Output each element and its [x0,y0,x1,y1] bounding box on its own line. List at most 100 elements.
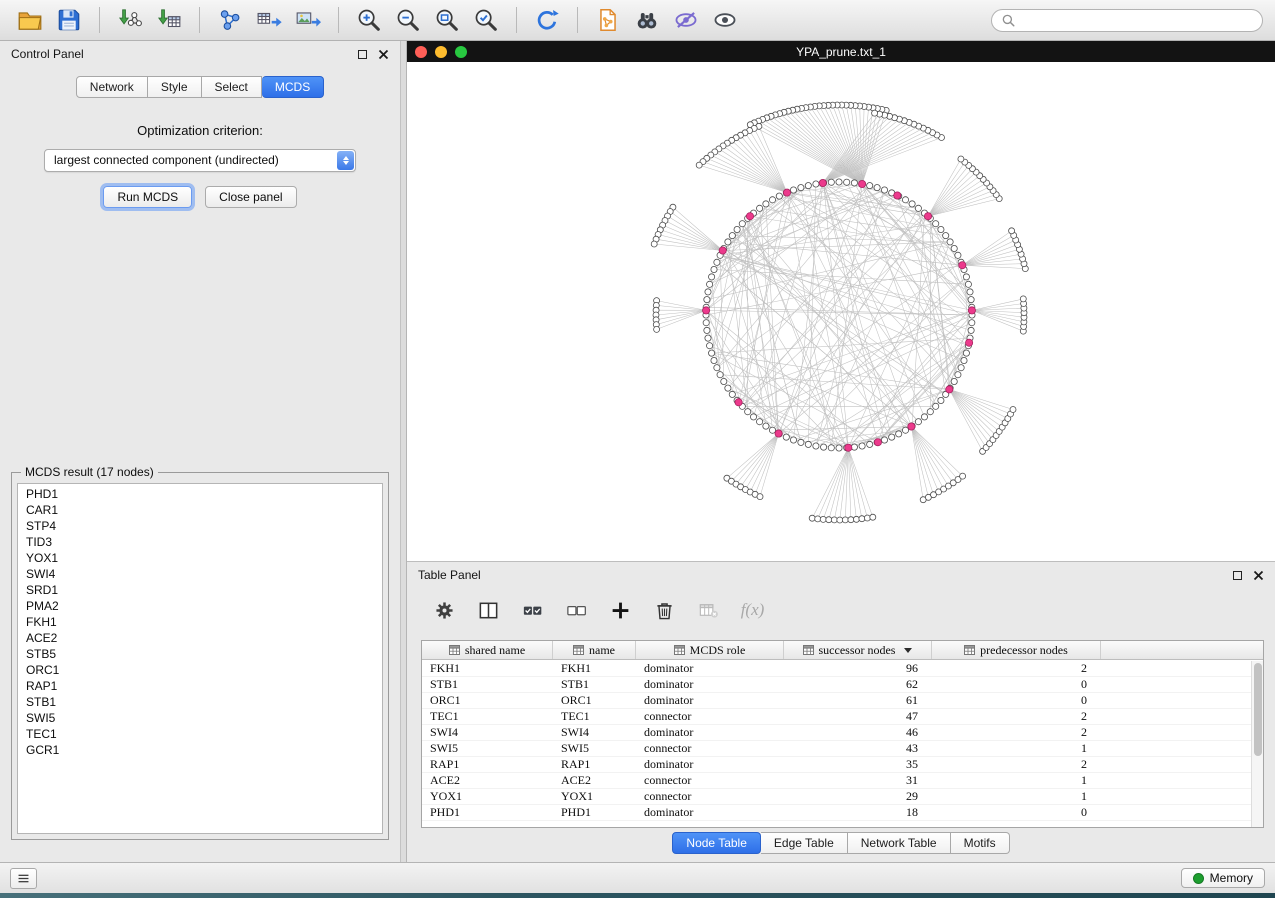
close-panel-button[interactable]: Close panel [205,186,296,208]
successor-nodes-cell: 46 [784,725,932,740]
show-all-button[interactable] [707,3,743,37]
close-panel-icon[interactable] [1253,570,1264,581]
mcds-result-item[interactable]: FKH1 [18,614,382,630]
close-panel-icon[interactable] [378,49,389,60]
select-all-icon [521,599,544,622]
tab-mcds[interactable]: MCDS [262,76,324,98]
float-panel-icon[interactable] [358,50,367,59]
mcds-result-item[interactable]: ORC1 [18,662,382,678]
import-network-from-file-button[interactable] [112,3,148,37]
mcds-result-item[interactable]: PMA2 [18,598,382,614]
mcds-result-item[interactable]: YOX1 [18,550,382,566]
panel-divider[interactable] [400,41,407,862]
table-tab-node-table[interactable]: Node Table [672,832,761,854]
column-type-icon [964,645,975,655]
table-row-ace2[interactable]: ACE2ACE2connector311 [422,773,1251,789]
apply-preferred-layout-button[interactable] [529,3,565,37]
export-image-button[interactable] [290,3,326,37]
network-view[interactable] [407,62,1275,561]
column-header-predecessor-nodes[interactable]: predecessor nodes [932,641,1101,659]
tab-select[interactable]: Select [202,76,262,98]
table-row-fkh1[interactable]: FKH1FKH1dominator962 [422,661,1251,677]
scrollbar-thumb[interactable] [1254,663,1262,756]
mcds-result-item[interactable]: STB5 [18,646,382,662]
successor-nodes-cell: 47 [784,709,932,724]
table-row-swi4[interactable]: SWI4SWI4dominator462 [422,725,1251,741]
table-panel-header: Table Panel [407,562,1275,588]
predecessor-nodes-cell: 0 [932,805,1101,820]
float-panel-icon[interactable] [1233,571,1242,580]
mcds-result-item[interactable]: STP4 [18,518,382,534]
empty-cell [1101,709,1251,724]
shared-name-cell: ORC1 [422,693,553,708]
doc-network-icon [595,7,621,33]
name-cell: RAP1 [553,757,636,772]
memory-label: Memory [1210,871,1253,885]
import-table-disabled-button[interactable] [695,597,722,624]
save-session-button[interactable] [51,3,87,37]
mcds-result-item[interactable]: SWI4 [18,566,382,582]
mcds-result-item[interactable]: TID3 [18,534,382,550]
tab-style[interactable]: Style [148,76,202,98]
table-row-yox1[interactable]: YOX1YOX1connector291 [422,789,1251,805]
search-input[interactable] [1021,13,1253,27]
toggle-columns-button[interactable] [475,597,502,624]
zoom-out-button[interactable] [390,3,426,37]
hide-selected-button[interactable] [668,3,704,37]
memory-button[interactable]: Memory [1181,868,1265,888]
new-network-from-selection-button[interactable] [590,3,626,37]
window-minimize-button[interactable] [435,46,447,58]
open-session-button[interactable] [12,3,48,37]
column-header-name[interactable]: name [553,641,636,659]
name-cell: YOX1 [553,789,636,804]
column-header-shared-name[interactable]: shared name [422,641,553,659]
mcds-result-item[interactable]: RAP1 [18,678,382,694]
network-window-titlebar[interactable]: YPA_prune.txt_1 [407,41,1275,62]
column-header-mcds-role[interactable]: MCDS role [636,641,784,659]
mcds-result-item[interactable]: PHD1 [18,486,382,502]
deselect-all-rows-button[interactable] [563,597,590,624]
table-tab-motifs[interactable]: Motifs [951,832,1010,854]
zoom-fit-content-button[interactable] [429,3,465,37]
delete-columns-button[interactable] [651,597,678,624]
select-all-rows-button[interactable] [519,597,546,624]
table-settings-button[interactable] [431,597,458,624]
table-scrollbar[interactable] [1251,661,1263,827]
table-row-tec1[interactable]: TEC1TEC1connector472 [422,709,1251,725]
node-table: shared namenameMCDS rolesuccessor nodesp… [421,640,1264,828]
tab-network[interactable]: Network [76,76,148,98]
mcds-result-item[interactable]: TEC1 [18,726,382,742]
table-tab-network-table[interactable]: Network Table [848,832,951,854]
toolbar-separator [577,7,578,33]
table-row-rap1[interactable]: RAP1RAP1dominator352 [422,757,1251,773]
column-header-successor-nodes[interactable]: successor nodes [784,641,932,659]
network-canvas[interactable] [407,62,1275,561]
run-mcds-button[interactable]: Run MCDS [103,186,192,208]
first-neighbors-button[interactable] [629,3,665,37]
table-row-stb1[interactable]: STB1STB1dominator620 [422,677,1251,693]
show-panels-button[interactable] [10,868,37,889]
zoom-in-button[interactable] [351,3,387,37]
mcds-result-item[interactable]: GCR1 [18,742,382,758]
table-panel: Table Panel f(x) shared namenameMCDS rol… [407,561,1275,862]
table-row-swi5[interactable]: SWI5SWI5connector431 [422,741,1251,757]
criterion-dropdown[interactable]: largest connected component (undirected) [44,149,356,172]
function-builder-button[interactable]: f(x) [739,597,766,624]
table-row-orc1[interactable]: ORC1ORC1dominator610 [422,693,1251,709]
table-tab-edge-table[interactable]: Edge Table [761,832,848,854]
create-column-button[interactable] [607,597,634,624]
zoom-selected-region-button[interactable] [468,3,504,37]
new-network-button[interactable] [212,3,248,37]
search-box[interactable] [991,9,1263,32]
mcds-result-item[interactable]: SRD1 [18,582,382,598]
mcds-result-item[interactable]: ACE2 [18,630,382,646]
window-zoom-button[interactable] [455,46,467,58]
name-cell: TEC1 [553,709,636,724]
import-table-from-file-button[interactable] [151,3,187,37]
table-row-phd1[interactable]: PHD1PHD1dominator180 [422,805,1251,821]
mcds-result-item[interactable]: SWI5 [18,710,382,726]
mcds-result-item[interactable]: STB1 [18,694,382,710]
mcds-result-item[interactable]: CAR1 [18,502,382,518]
window-close-button[interactable] [415,46,427,58]
export-table-button[interactable] [251,3,287,37]
